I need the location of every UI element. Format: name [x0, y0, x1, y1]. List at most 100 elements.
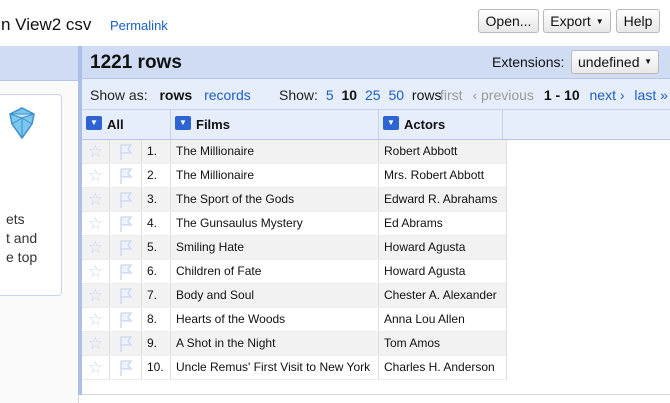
page-size-50[interactable]: 50 [388, 87, 404, 103]
table-row: ☆ 9. A Shot in the Night Tom Amos [82, 332, 507, 356]
star-icon[interactable]: ☆ [82, 356, 110, 379]
flag-icon[interactable] [110, 260, 142, 283]
row-index: 1. [142, 140, 171, 163]
film-cell[interactable]: Smiling Hate [171, 236, 379, 259]
show-as-records-link[interactable]: records [204, 87, 251, 103]
table-row: ☆ 10. Uncle Remus' First Visit to New Yo… [82, 356, 507, 380]
previous-link: ‹ previous [472, 87, 534, 103]
rows-word: rows [411, 87, 442, 103]
left-panel: ets t and e top [0, 46, 79, 403]
film-cell[interactable]: The Millionaire [171, 140, 379, 163]
flag-icon[interactable] [110, 188, 142, 211]
chevron-down-icon: ▼ [595, 17, 604, 27]
show-as-group: Show as: rows records [90, 87, 251, 103]
actor-cell[interactable]: Edward R. Abrahams [379, 188, 507, 211]
star-icon[interactable]: ☆ [82, 236, 110, 259]
column-menu-icon[interactable]: ▼ [86, 116, 102, 130]
export-label: Export [550, 13, 591, 29]
extensions-label: Extensions: [492, 54, 565, 70]
row-count: 1221 rows [90, 52, 182, 73]
flag-icon[interactable] [110, 308, 142, 331]
film-cell[interactable]: A Shot in the Night [171, 332, 379, 355]
actor-cell[interactable]: Anna Lou Allen [379, 308, 507, 331]
film-cell[interactable]: The Millionaire [171, 164, 379, 187]
view-controls: Show as: rows records Show: 5 10 25 50 r… [82, 79, 670, 110]
star-icon[interactable]: ☆ [82, 260, 110, 283]
project-title[interactable]: n View2 csv [1, 15, 91, 35]
column-header-actors: ▼ Actors [379, 110, 503, 139]
film-cell[interactable]: Children of Fate [171, 260, 379, 283]
row-index: 10. [142, 356, 171, 379]
page-size-10: 10 [341, 87, 358, 103]
export-button[interactable]: Export ▼ [543, 9, 611, 33]
star-icon[interactable]: ☆ [82, 140, 110, 163]
row-index: 9. [142, 332, 171, 355]
film-cell[interactable]: Hearts of the Woods [171, 308, 379, 331]
pagination: first ‹ previous 1 - 10 next › last » [440, 87, 668, 103]
film-cell[interactable]: Uncle Remus' First Visit to New York [171, 356, 379, 379]
page-range: 1 - 10 [543, 87, 580, 103]
star-icon[interactable]: ☆ [82, 164, 110, 187]
open-button[interactable]: Open... [478, 9, 539, 33]
column-menu-icon[interactable]: ▼ [383, 116, 399, 130]
table-row: ☆ 2. The Millionaire Mrs. Robert Abbott [82, 164, 507, 188]
table-row: ☆ 8. Hearts of the Woods Anna Lou Allen [82, 308, 507, 332]
flag-icon[interactable] [110, 356, 142, 379]
flag-icon[interactable] [110, 236, 142, 259]
show-as-rows: rows [159, 87, 193, 103]
permalink-link[interactable]: Permalink [110, 18, 168, 33]
actor-cell[interactable]: Mrs. Robert Abbott [379, 164, 507, 187]
film-cell[interactable]: The Sport of the Gods [171, 188, 379, 211]
flag-icon[interactable] [110, 140, 142, 163]
bottom-border [82, 394, 670, 395]
film-cell[interactable]: The Gunsaulus Mystery [171, 212, 379, 235]
left-panel-line: ets [6, 211, 25, 227]
actor-cell[interactable]: Howard Agusta [379, 236, 507, 259]
row-index: 3. [142, 188, 171, 211]
actor-cell[interactable]: Robert Abbott [379, 140, 507, 163]
actor-cell[interactable]: Charles H. Anderson [379, 356, 507, 379]
table-row: ☆ 5. Smiling Hate Howard Agusta [82, 236, 507, 260]
actor-cell[interactable]: Ed Abrams [379, 212, 507, 235]
column-menu-icon[interactable]: ▼ [175, 116, 191, 130]
flag-icon[interactable] [110, 164, 142, 187]
star-icon[interactable]: ☆ [82, 188, 110, 211]
row-index: 4. [142, 212, 171, 235]
column-headers: ▼ All ▼ Films ▼ Actors [82, 110, 670, 140]
flag-icon[interactable] [110, 212, 142, 235]
flag-icon[interactable] [110, 284, 142, 307]
table-row: ☆ 4. The Gunsaulus Mystery Ed Abrams [82, 212, 507, 236]
page-size-5[interactable]: 5 [326, 87, 334, 103]
actor-cell[interactable]: Chester A. Alexander [379, 284, 507, 307]
table-row: ☆ 6. Children of Fate Howard Agusta [82, 260, 507, 284]
star-icon[interactable]: ☆ [82, 284, 110, 307]
star-icon[interactable]: ☆ [82, 212, 110, 235]
row-index: 7. [142, 284, 171, 307]
star-icon[interactable]: ☆ [82, 308, 110, 331]
page-size-group: Show: 5 10 25 50 rows [279, 87, 441, 103]
page-size-25[interactable]: 25 [365, 87, 381, 103]
next-link[interactable]: next › [590, 87, 625, 103]
first-link: first [440, 87, 463, 103]
actor-cell[interactable]: Tom Amos [379, 332, 507, 355]
row-count-bar: 1221 rows Extensions: undefined ▼ [82, 46, 670, 79]
row-index: 6. [142, 260, 171, 283]
chevron-down-icon: ▼ [644, 57, 652, 66]
star-icon[interactable]: ☆ [82, 332, 110, 355]
left-panel-tab[interactable] [0, 46, 78, 81]
column-header-all: ▼ All [82, 110, 171, 139]
row-index: 2. [142, 164, 171, 187]
last-link[interactable]: last » [634, 87, 667, 103]
flag-icon[interactable] [110, 332, 142, 355]
left-panel-line: t and [6, 230, 38, 246]
extensions-dropdown[interactable]: undefined ▼ [571, 50, 659, 74]
column-name: Actors [404, 117, 446, 132]
top-header: n View2 csv Permalink Open... Export ▼ He… [0, 0, 670, 46]
film-cell[interactable]: Body and Soul [171, 284, 379, 307]
actor-cell[interactable]: Howard Agusta [379, 260, 507, 283]
help-button[interactable]: Help [616, 9, 660, 33]
row-index: 8. [142, 308, 171, 331]
row-index: 5. [142, 236, 171, 259]
table-row: ☆ 3. The Sport of the Gods Edward R. Abr… [82, 188, 507, 212]
table-row: ☆ 7. Body and Soul Chester A. Alexander [82, 284, 507, 308]
